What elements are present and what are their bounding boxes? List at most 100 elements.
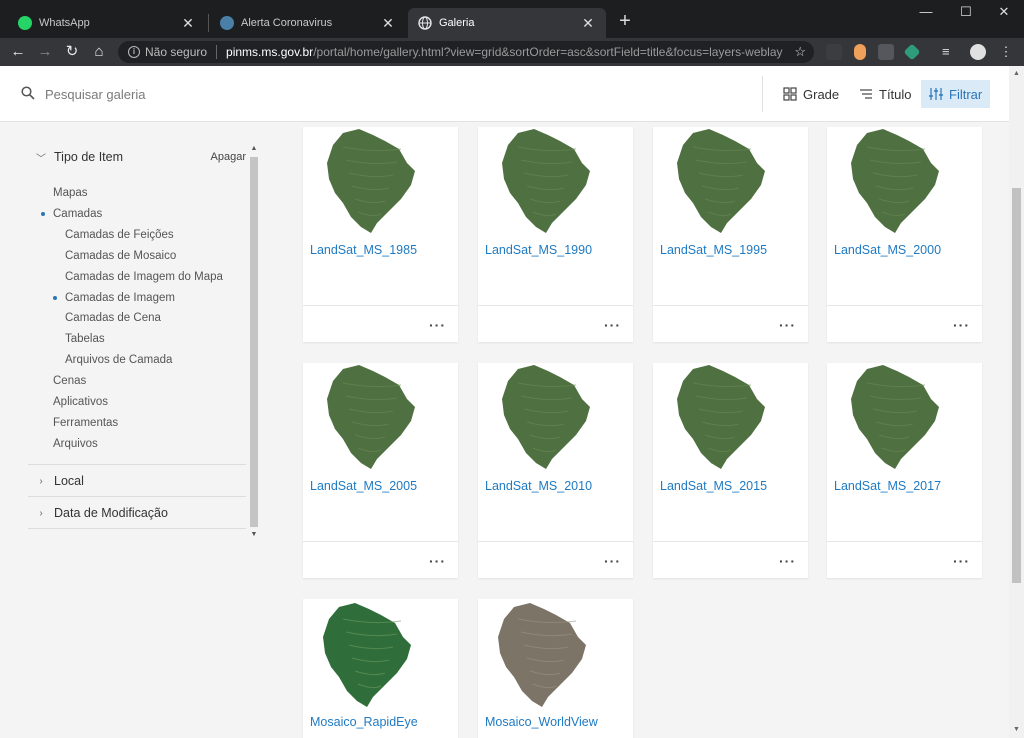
more-options-icon[interactable]: ··· — [429, 553, 446, 569]
tab-alerta-coronavirus[interactable]: Alerta Coronavirus ✕ — [210, 8, 406, 38]
item-type-label: Tabelas — [65, 333, 105, 346]
gallery-card[interactable]: LandSat_MS_2000 ··· — [827, 127, 982, 342]
gallery-item-title[interactable]: LandSat_MS_1990 — [485, 243, 592, 257]
item-type-option[interactable]: Mapas — [53, 184, 88, 202]
gallery-card[interactable]: Mosaico_WorldView — [478, 599, 633, 738]
gallery-card[interactable]: LandSat_MS_1990 ··· — [478, 127, 633, 342]
filter-button[interactable]: Filtrar — [921, 80, 991, 108]
gallery-item-title[interactable]: Mosaico_RapidEye — [310, 715, 418, 729]
map-thumbnail[interactable] — [303, 363, 458, 473]
back-icon[interactable]: ← — [7, 41, 29, 63]
maximize-icon[interactable]: ☐ — [948, 4, 984, 24]
item-type-option[interactable]: Aplicativos — [53, 393, 108, 411]
profile-avatar-icon[interactable] — [970, 44, 986, 60]
item-type-option[interactable]: Arquivos de Camada — [65, 351, 172, 369]
menu-kebab-icon[interactable]: ⋮ — [998, 44, 1014, 60]
omnibox-divider — [216, 45, 218, 59]
address-bar[interactable]: i Não seguro pinms.ms.gov.br /portal/hom… — [118, 41, 814, 63]
map-thumbnail[interactable] — [653, 127, 808, 237]
gallery-item-title[interactable]: Mosaico_WorldView — [485, 715, 598, 729]
gallery-item-title[interactable]: LandSat_MS_2010 — [485, 479, 592, 493]
tab-whatsapp[interactable]: WhatsApp ✕ — [8, 8, 206, 38]
filter-section-local[interactable]: › Local — [28, 466, 246, 496]
more-options-icon[interactable]: ··· — [604, 553, 621, 569]
more-options-icon[interactable]: ··· — [779, 553, 796, 569]
new-tab-button[interactable]: + — [614, 11, 636, 33]
map-thumbnail[interactable] — [653, 363, 808, 473]
gallery-item-title[interactable]: LandSat_MS_1995 — [660, 243, 767, 257]
gallery-item-title[interactable]: LandSat_MS_2017 — [834, 479, 941, 493]
item-type-option[interactable]: Camadas de Imagem — [53, 289, 175, 307]
filter-section-item-type[interactable]: ﹀ Tipo de Item Apagar — [28, 142, 246, 172]
chevron-right-icon: › — [39, 507, 43, 519]
item-type-option[interactable]: Cenas — [53, 372, 86, 390]
gallery-item-title[interactable]: LandSat_MS_2005 — [310, 479, 417, 493]
map-thumbnail[interactable] — [303, 599, 458, 709]
item-type-option[interactable]: Arquivos — [53, 435, 98, 453]
scroll-up-icon[interactable]: ▲ — [250, 145, 258, 152]
page-scrollbar[interactable]: ▲ ▼ — [1009, 66, 1024, 738]
map-thumbnail[interactable] — [478, 599, 633, 709]
close-window-icon[interactable]: ✕ — [986, 4, 1022, 24]
more-options-icon[interactable]: ··· — [953, 317, 970, 333]
sidebar-scroll-thumb[interactable] — [250, 157, 258, 527]
extension-orange-icon[interactable] — [854, 44, 866, 60]
item-type-option[interactable]: Camadas de Imagem do Mapa — [65, 268, 223, 286]
extension-diamond-icon[interactable] — [903, 43, 921, 61]
info-icon[interactable]: i — [128, 46, 140, 58]
filter-section-modified[interactable]: › Data de Modificação — [28, 498, 246, 528]
minimize-icon[interactable]: — — [908, 4, 944, 24]
close-icon[interactable]: ✕ — [580, 15, 596, 32]
gallery-item-title[interactable]: LandSat_MS_1985 — [310, 243, 417, 257]
item-type-label: Camadas de Cena — [65, 312, 161, 325]
gallery-item-title[interactable]: LandSat_MS_2015 — [660, 479, 767, 493]
page-scroll-thumb[interactable] — [1012, 188, 1021, 583]
scroll-down-icon[interactable]: ▼ — [250, 531, 258, 538]
map-thumbnail[interactable] — [478, 363, 633, 473]
home-icon[interactable]: ⌂ — [88, 41, 110, 63]
extension-signal-icon[interactable] — [826, 44, 842, 60]
grid-view-button[interactable]: Grade — [775, 80, 847, 108]
filter-sliders-icon — [929, 88, 943, 100]
media-queue-icon[interactable]: ≡ — [942, 44, 958, 60]
gallery-card[interactable]: LandSat_MS_1995 ··· — [653, 127, 808, 342]
gallery-item-title[interactable]: LandSat_MS_2000 — [834, 243, 941, 257]
map-thumbnail[interactable] — [827, 127, 982, 237]
chevron-right-icon: › — [39, 475, 43, 487]
bookmark-star-icon[interactable]: ☆ — [794, 44, 806, 60]
close-icon[interactable]: ✕ — [380, 15, 396, 32]
more-options-icon[interactable]: ··· — [429, 317, 446, 333]
card-divider — [827, 305, 982, 306]
gallery-card[interactable]: LandSat_MS_2010 ··· — [478, 363, 633, 578]
clear-filter-link[interactable]: Apagar — [211, 151, 246, 163]
scroll-down-icon[interactable]: ▼ — [1009, 726, 1024, 733]
selected-dot-icon — [53, 295, 57, 300]
gallery-card[interactable]: LandSat_MS_2005 ··· — [303, 363, 458, 578]
gallery-card[interactable]: LandSat_MS_1985 ··· — [303, 127, 458, 342]
scroll-up-icon[interactable]: ▲ — [1009, 70, 1024, 77]
gallery-search-input[interactable] — [45, 84, 645, 104]
item-type-option[interactable]: Tabelas — [65, 330, 105, 348]
close-icon[interactable]: ✕ — [180, 15, 196, 32]
sidebar-divider — [28, 464, 246, 465]
map-thumbnail[interactable] — [827, 363, 982, 473]
reload-icon[interactable]: ↻ — [61, 41, 83, 63]
map-thumbnail[interactable] — [303, 127, 458, 237]
forward-icon[interactable]: → — [34, 41, 56, 63]
gallery-card[interactable]: LandSat_MS_2017 ··· — [827, 363, 982, 578]
gallery-card[interactable]: LandSat_MS_2015 ··· — [653, 363, 808, 578]
more-options-icon[interactable]: ··· — [953, 553, 970, 569]
item-type-option[interactable]: Camadas de Mosaico — [65, 247, 176, 265]
item-type-option[interactable]: Camadas de Cena — [65, 309, 161, 327]
more-options-icon[interactable]: ··· — [779, 317, 796, 333]
item-type-option[interactable]: Ferramentas — [53, 414, 118, 432]
tab-galeria[interactable]: Galeria ✕ — [408, 8, 606, 38]
item-type-option[interactable]: Camadas — [41, 205, 102, 223]
sort-button[interactable]: Título — [851, 80, 920, 108]
map-thumbnail[interactable] — [478, 127, 633, 237]
extension-grey-icon[interactable] — [878, 44, 894, 60]
item-type-option[interactable]: Camadas de Feições — [65, 226, 174, 244]
more-options-icon[interactable]: ··· — [604, 317, 621, 333]
sidebar-scrollbar[interactable]: ▲ ▼ — [248, 145, 260, 540]
gallery-card[interactable]: Mosaico_RapidEye — [303, 599, 458, 738]
